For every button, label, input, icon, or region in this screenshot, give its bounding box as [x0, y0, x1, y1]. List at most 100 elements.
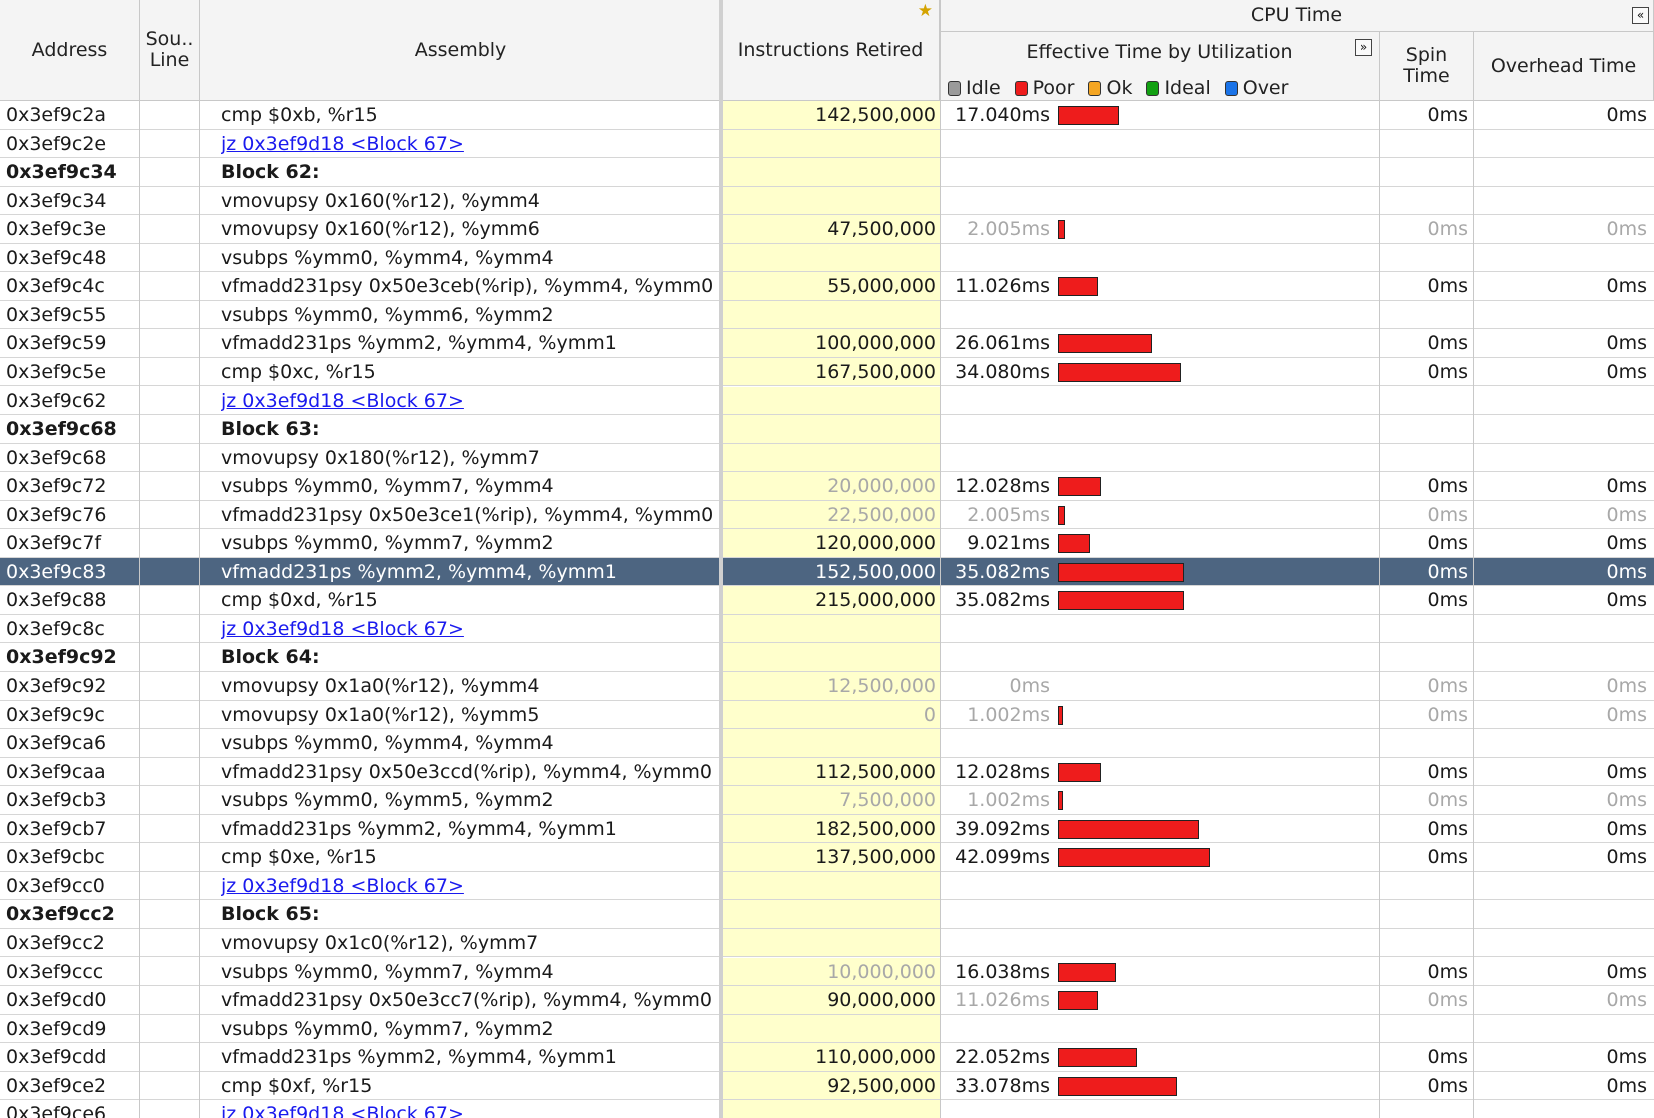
table-row[interactable]: 0x3ef9c5e cmp $0xc, %r15 167,500,000 34.080…	[0, 357, 1654, 387]
address-cell: 0x3ef9c7f	[6, 532, 102, 555]
column-header-spin-time[interactable]: Spin Time	[1380, 32, 1474, 101]
address-cell: 0x3ef9c4c	[6, 275, 105, 298]
overhead-time-cell: 0ms	[1606, 360, 1648, 383]
block-label: Block 63:	[221, 418, 320, 441]
jump-target-link[interactable]: jz 0x3ef9d18 <Block 67>	[221, 390, 464, 412]
table-row[interactable]: 0x3ef9c9c vmovupsy 0x1a0(%r12), %ymm5 0 1.0…	[0, 700, 1654, 730]
jump-target-link[interactable]: jz 0x3ef9d18 <Block 67>	[221, 133, 464, 155]
column-header-address[interactable]: Address	[0, 0, 140, 101]
table-row[interactable]: 0x3ef9cb3 vsubps %ymm0, %ymm5, %ymm2 7,500…	[0, 786, 1654, 815]
table-row[interactable]: 0x3ef9cc2 vmovupsy 0x1c0(%r12), %ymm7	[0, 928, 1654, 958]
spin-time-cell: 0ms	[1427, 560, 1469, 583]
address-cell: 0x3ef9c92	[6, 646, 117, 669]
spin-time-cell: 0ms	[1427, 589, 1469, 612]
table-row[interactable]: 0x3ef9cc2 Block 65:	[0, 900, 1654, 929]
assembly-cell: vsubps %ymm0, %ymm5, %ymm2	[221, 789, 554, 812]
assembly-cell: cmp $0xc, %r15	[221, 360, 376, 383]
table-row[interactable]: 0x3ef9cb7 vfmadd231ps %ymm2, %ymm4, %ymm1…	[0, 814, 1654, 844]
table-row[interactable]: 0x3ef9cbc cmp $0xe, %r15 137,500,000 42.099…	[0, 843, 1654, 872]
jump-target-link[interactable]: jz 0x3ef9d18 <Block 67>	[221, 1103, 464, 1118]
legend-swatch-over	[1224, 80, 1238, 96]
address-cell: 0x3ef9ce6	[6, 1103, 107, 1118]
table-row[interactable]: 0x3ef9c2a cmp $0xb, %r15 142,500,000 17.040…	[0, 101, 1654, 130]
overhead-time-cell: 0ms	[1606, 503, 1648, 526]
instructions-column-background	[722, 186, 940, 215]
table-row[interactable]: 0x3ef9c76 vfmadd231psy 0x50e3ce1(%rip), %…	[0, 500, 1654, 530]
table-row[interactable]: 0x3ef9ce6 jz 0x3ef9d18 <Block 67>	[0, 1100, 1654, 1118]
table-row[interactable]: 0x3ef9c83 vfmadd231ps %ymm2, %ymm4, %ymm1…	[0, 557, 1654, 587]
instructions-retired-cell: 0	[923, 703, 936, 726]
table-row[interactable]: 0x3ef9cd9 vsubps %ymm0, %ymm7, %ymm2	[0, 1014, 1654, 1044]
effective-time-cell: 0ms	[1009, 675, 1051, 697]
instructions-column-background	[722, 729, 940, 757]
block-label: Block 62:	[221, 161, 320, 184]
column-divider	[940, 0, 941, 1118]
assembly-cell: vsubps %ymm0, %ymm7, %ymm2	[221, 1017, 554, 1040]
table-row[interactable]: 0x3ef9cdd vfmadd231ps %ymm2, %ymm4, %ymm1…	[0, 1043, 1654, 1072]
overhead-time-cell: 0ms	[1606, 218, 1648, 241]
table-row[interactable]: 0x3ef9c55 vsubps %ymm0, %ymm6, %ymm2	[0, 300, 1654, 330]
column-header-source-line[interactable]: Sou.. Line	[140, 0, 200, 101]
address-cell: 0x3ef9c59	[6, 332, 107, 355]
column-header-assembly[interactable]: Assembly	[200, 0, 722, 101]
address-cell: 0x3ef9cd0	[6, 989, 107, 1012]
table-row[interactable]: 0x3ef9c3e vmovupsy 0x160(%r12), %ymm6 47,5…	[0, 215, 1654, 244]
legend-label: Ideal	[1164, 77, 1211, 99]
effective-time-cell: 42.099ms	[955, 846, 1050, 869]
table-row[interactable]: 0x3ef9cd0 vfmadd231psy 0x50e3cc7(%rip), %…	[0, 986, 1654, 1015]
table-row[interactable]: 0x3ef9ca6 vsubps %ymm0, %ymm4, %ymm4	[0, 729, 1654, 758]
table-row[interactable]: 0x3ef9c2e jz 0x3ef9d18 <Block 67>	[0, 129, 1654, 159]
address-cell: 0x3ef9cbc	[6, 846, 105, 869]
spin-time-cell: 0ms	[1427, 275, 1469, 298]
column-group-cpu-time[interactable]: CPU Time	[940, 0, 1654, 32]
expand-column-icon[interactable]: »	[1355, 39, 1372, 56]
effective-time-bar	[1058, 791, 1063, 811]
column-header-instructions-retired[interactable]: Instructions Retired ★	[722, 0, 940, 101]
table-row[interactable]: 0x3ef9ccc vsubps %ymm0, %ymm7, %ymm4 10,00…	[0, 957, 1654, 986]
address-cell: 0x3ef9c68	[6, 418, 117, 441]
table-row[interactable]: 0x3ef9c68 vmovupsy 0x180(%r12), %ymm7	[0, 443, 1654, 473]
column-group-cpu-time-label: CPU Time	[1250, 4, 1343, 26]
table-row[interactable]: 0x3ef9cc0 jz 0x3ef9d18 <Block 67>	[0, 871, 1654, 901]
instructions-column-background	[722, 871, 940, 900]
table-row[interactable]: 0x3ef9ce2 cmp $0xf, %r15 92,500,000 33.078m…	[0, 1071, 1654, 1101]
legend-swatch-idle	[948, 80, 961, 96]
table-row[interactable]: 0x3ef9c34 Block 62:	[0, 158, 1654, 187]
effective-time-cell: 11.026ms	[955, 275, 1050, 298]
star-icon: ★	[917, 1, 933, 21]
assembly-cell: vfmadd231psy 0x50e3ce1(%rip), %ymm4, %ym…	[221, 503, 714, 526]
column-header-overhead-time[interactable]: Overhead Time	[1474, 32, 1654, 101]
table-row[interactable]: 0x3ef9c92 vmovupsy 0x1a0(%r12), %ymm4 12,5…	[0, 672, 1654, 701]
collapse-group-icon[interactable]: «	[1632, 7, 1649, 24]
table-row[interactable]: 0x3ef9c4c vfmadd231psy 0x50e3ceb(%rip), %…	[0, 272, 1654, 301]
jump-target-link[interactable]: jz 0x3ef9d18 <Block 67>	[221, 875, 464, 897]
instructions-retired-cell: 167,500,000	[815, 360, 936, 383]
table-row[interactable]: 0x3ef9caa vfmadd231psy 0x50e3ccd(%rip), %…	[0, 757, 1654, 787]
table-row[interactable]: 0x3ef9c8c jz 0x3ef9d18 <Block 67>	[0, 614, 1654, 644]
address-cell: 0x3ef9c3e	[6, 218, 107, 241]
address-cell: 0x3ef9c2e	[6, 132, 107, 155]
table-row[interactable]: 0x3ef9c68 Block 63:	[0, 415, 1654, 444]
table-row[interactable]: 0x3ef9c62 jz 0x3ef9d18 <Block 67>	[0, 386, 1654, 415]
assembly-cell: cmp $0xd, %r15	[221, 589, 378, 612]
overhead-time-cell: 0ms	[1606, 104, 1648, 126]
effective-time-bar	[1058, 477, 1102, 497]
address-cell: 0x3ef9c34	[6, 161, 117, 184]
effective-time-cell: 17.040ms	[955, 104, 1050, 126]
legend-item-poor: Poor	[1014, 77, 1074, 99]
overhead-time-cell: 0ms	[1606, 332, 1648, 355]
table-row[interactable]: 0x3ef9c92 Block 64:	[0, 643, 1654, 672]
column-splitter[interactable]	[719, 0, 723, 1118]
jump-target-link[interactable]: jz 0x3ef9d18 <Block 67>	[221, 618, 464, 640]
address-cell: 0x3ef9cb7	[6, 817, 107, 840]
assembly-cell: vfmadd231ps %ymm2, %ymm4, %ymm1	[221, 560, 617, 583]
table-row[interactable]: 0x3ef9c7f vsubps %ymm0, %ymm7, %ymm2 120,0…	[0, 529, 1654, 558]
block-label: Block 64:	[221, 646, 320, 669]
address-cell: 0x3ef9c68	[6, 446, 107, 469]
table-row[interactable]: 0x3ef9c88 cmp $0xd, %r15 215,000,000 35.082…	[0, 586, 1654, 615]
table-row[interactable]: 0x3ef9c59 vfmadd231ps %ymm2, %ymm4, %ymm1…	[0, 329, 1654, 358]
overhead-time-cell: 0ms	[1606, 1046, 1648, 1069]
table-row[interactable]: 0x3ef9c72 vsubps %ymm0, %ymm7, %ymm4 20,00…	[0, 472, 1654, 501]
table-row[interactable]: 0x3ef9c48 vsubps %ymm0, %ymm4, %ymm4	[0, 243, 1654, 273]
table-row[interactable]: 0x3ef9c34 vmovupsy 0x160(%r12), %ymm4	[0, 186, 1654, 216]
